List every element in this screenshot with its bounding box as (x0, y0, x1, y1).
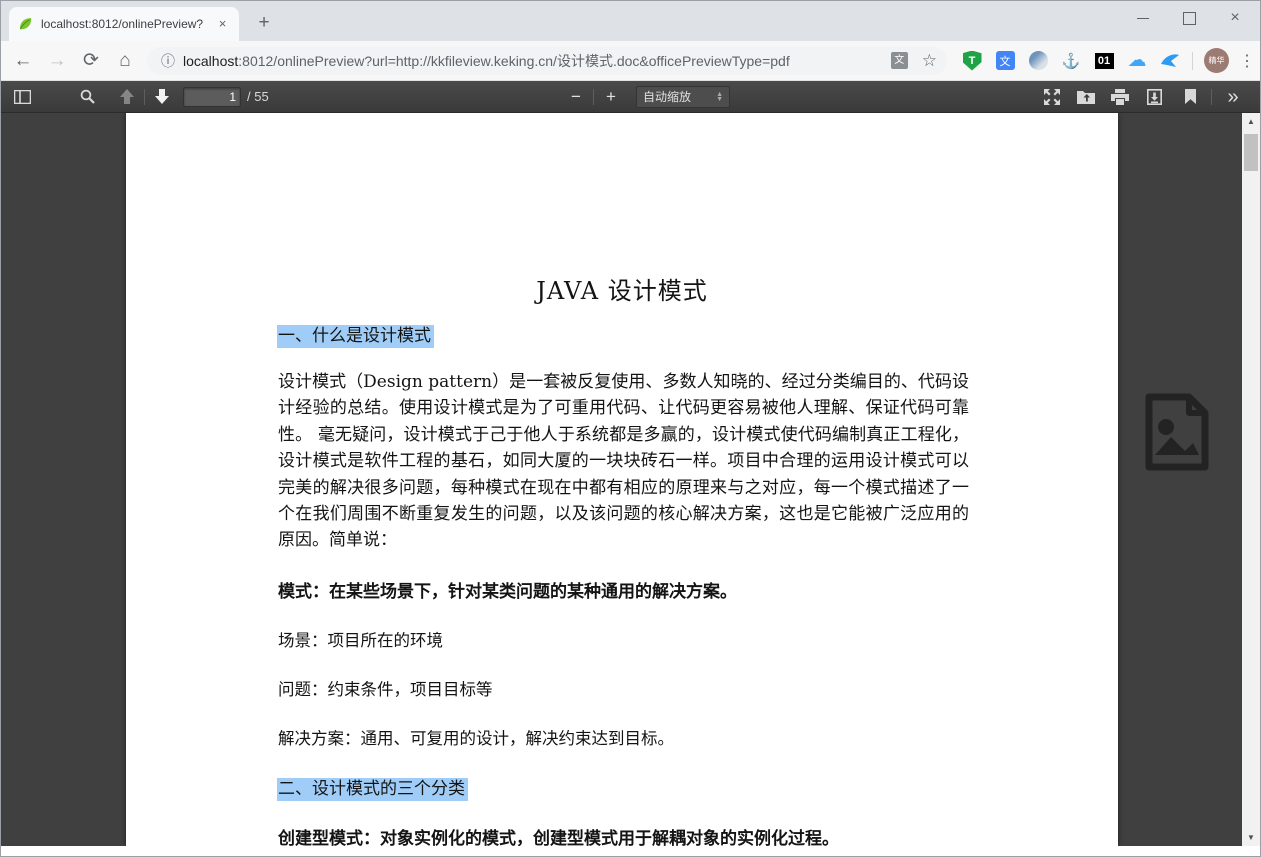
extension-bird[interactable] (1159, 50, 1181, 72)
page-down-button[interactable] (149, 84, 175, 109)
zoom-in-button[interactable]: + (598, 84, 624, 109)
arrow-down-icon (155, 89, 169, 104)
scroll-up-arrow[interactable]: ▲ (1242, 113, 1260, 130)
download-button[interactable] (1141, 84, 1167, 109)
pdf-toolbar: / 55 − + 自动缩放 ▲▼ (1, 81, 1260, 113)
image-preview-icon[interactable] (1141, 393, 1213, 471)
bookmark-star-icon[interactable]: ☆ (922, 51, 937, 71)
tab-online-preview[interactable]: localhost:8012/onlinePreview? × (9, 7, 239, 41)
bookmark-icon (1185, 89, 1196, 104)
extensions-row: T 文 ⚓ 01 ☁ 精华 ⋮ (961, 48, 1256, 73)
download-icon (1147, 89, 1162, 105)
doc-paragraph: 设计模式（Design pattern）是一套被反复使用、多数人知晓的、经过分类… (278, 369, 969, 554)
more-tools-button[interactable]: » (1220, 84, 1246, 109)
zoom-out-button[interactable]: − (563, 84, 589, 109)
swirl-icon (1029, 51, 1048, 70)
pdf-toolbar-center: − + 自动缩放 ▲▼ (563, 81, 730, 112)
doc-line-scene: 场景：项目所在的环境 (278, 627, 443, 651)
extension-shield[interactable]: T (961, 50, 983, 72)
bird-icon (1160, 52, 1180, 70)
toolbar-separator (144, 89, 145, 105)
extension-cloud[interactable]: ☁ (1126, 50, 1148, 72)
profile-avatar[interactable]: 精华 (1204, 48, 1229, 73)
page-bottom-strip (1, 846, 1260, 857)
vertical-scrollbar[interactable]: ▲ ▼ (1242, 113, 1260, 846)
page-count-label: / 55 (247, 89, 269, 104)
window-maximize-button[interactable] (1166, 1, 1212, 35)
browser-menu-button[interactable]: ⋮ (1238, 51, 1256, 71)
window-minimize-button[interactable] (1120, 1, 1166, 35)
translate-ext-icon: 文 (996, 51, 1015, 70)
back-button[interactable]: ← (11, 47, 35, 75)
url-host: localhost (183, 53, 238, 69)
toolbar-separator (593, 89, 594, 105)
maximize-icon (1183, 12, 1196, 25)
zoom-level-value: 自动缩放 (643, 88, 691, 105)
open-file-icon (1077, 89, 1095, 104)
forward-button[interactable]: → (45, 47, 69, 75)
search-icon (80, 89, 95, 104)
doc-heading-2: 二、设计模式的三个分类 (277, 774, 468, 799)
open-file-button[interactable] (1073, 84, 1099, 109)
tab-strip: localhost:8012/onlinePreview? × + × (1, 1, 1260, 41)
print-icon (1111, 89, 1129, 105)
new-tab-button[interactable]: + (251, 10, 277, 36)
doc-title: JAVA 设计模式 (126, 271, 1118, 306)
toolbar-separator (1192, 52, 1193, 70)
select-arrows-icon: ▲▼ (716, 92, 723, 102)
extension-01[interactable]: 01 (1093, 50, 1115, 72)
pdf-toolbar-right: » (1039, 81, 1246, 112)
reload-button[interactable]: ⟳ (79, 47, 103, 75)
shield-icon: T (963, 51, 982, 71)
scrollbar-thumb[interactable] (1244, 134, 1258, 171)
doc-heading-1: 一、什么是设计模式 (277, 321, 434, 346)
minimize-icon (1137, 18, 1149, 19)
pdf-viewer-area[interactable]: JAVA 设计模式 一、什么是设计模式 设计模式（Design pattern）… (1, 113, 1244, 846)
spring-leaf-favicon (17, 16, 33, 32)
url-text[interactable]: localhost:8012/onlinePreview?url=http://… (183, 51, 891, 71)
doc-bold-creational: 创建型模式：对象实例化的模式，创建型模式用于解耦对象的实例化过程。 (278, 824, 839, 846)
bookmark-button[interactable] (1177, 84, 1203, 109)
01-badge-icon: 01 (1095, 53, 1114, 69)
tab-close-icon[interactable]: × (214, 16, 231, 33)
home-button[interactable]: ⌂ (113, 47, 137, 75)
scroll-down-arrow[interactable]: ▼ (1242, 829, 1260, 846)
doc-line-problem: 问题：约束条件，项目目标等 (278, 676, 493, 700)
address-bar[interactable]: ⓘ localhost:8012/onlinePreview?url=http:… (147, 47, 947, 75)
page-info-icon[interactable]: ⓘ (161, 51, 175, 71)
sidebar-toggle-icon (14, 90, 31, 104)
page-number-input[interactable] (183, 87, 241, 107)
pdf-page: JAVA 设计模式 一、什么是设计模式 设计模式（Design pattern）… (126, 113, 1118, 846)
presentation-mode-button[interactable] (1039, 84, 1065, 109)
translate-page-icon[interactable]: 文 (891, 52, 908, 69)
browser-toolbar: ← → ⟳ ⌂ ⓘ localhost:8012/onlinePreview?u… (1, 41, 1260, 81)
extension-translate[interactable]: 文 (994, 50, 1016, 72)
print-button[interactable] (1107, 84, 1133, 109)
extension-anchor[interactable]: ⚓ (1060, 50, 1082, 72)
doc-line-solution: 解决方案：通用、可复用的设计，解决约束达到目标。 (278, 725, 674, 749)
window-controls: × (1120, 1, 1258, 35)
fullscreen-icon (1044, 89, 1060, 105)
window-close-button[interactable]: × (1212, 1, 1258, 35)
url-rest: :8012/onlinePreview?url=http://kkfilevie… (238, 53, 789, 69)
search-button[interactable] (74, 84, 100, 109)
extension-swirl[interactable] (1027, 50, 1049, 72)
zoom-level-select[interactable]: 自动缩放 ▲▼ (636, 86, 730, 108)
toolbar-separator (1211, 89, 1212, 105)
sidebar-toggle-button[interactable] (9, 84, 35, 109)
doc-bold-pattern: 模式：在某些场景下，针对某类问题的某种通用的解决方案。 (278, 577, 737, 602)
page-up-button[interactable] (114, 84, 140, 109)
arrow-up-icon (120, 89, 134, 104)
tab-title: localhost:8012/onlinePreview? (41, 17, 214, 31)
pdf-toolbar-left: / 55 (1, 81, 269, 112)
browser-window: localhost:8012/onlinePreview? × + × ← → … (0, 0, 1261, 857)
